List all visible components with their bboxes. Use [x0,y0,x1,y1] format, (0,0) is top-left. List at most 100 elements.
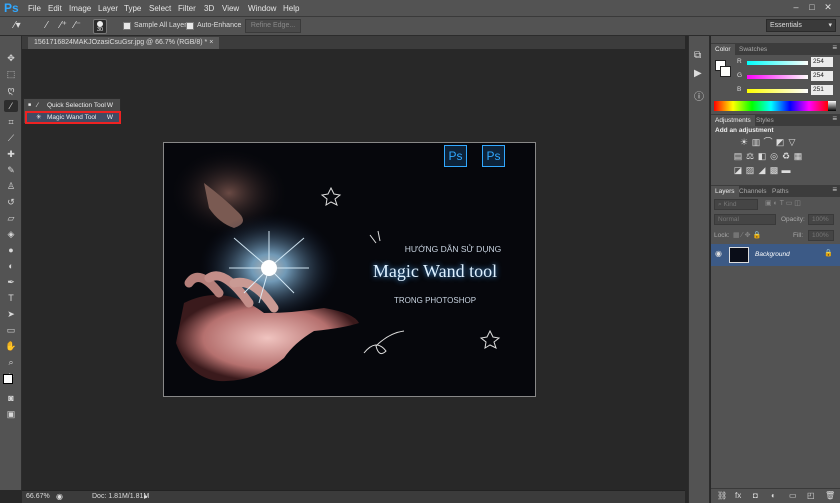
flyout-quick-selection[interactable]: ■ ⁄ Quick Selection Tool W [25,100,119,111]
blend-mode-select[interactable]: Normal [714,214,776,225]
new-group-icon[interactable]: ▭ [789,491,797,500]
type-tool-icon[interactable]: T [4,292,18,304]
eyedropper-tool-icon[interactable]: ⟋ [4,132,18,144]
color-balance-icon[interactable]: ⚖ [745,151,755,161]
green-value[interactable]: 254 [811,71,833,81]
gradient-map-icon[interactable]: ▬ [781,165,791,175]
tab-swatches[interactable]: Swatches [735,44,771,55]
screen-mode-icon[interactable]: ▣ [4,408,18,420]
curves-icon[interactable]: ⌒ [763,137,773,147]
document-tab[interactable]: 1561716824MAKJOzasiCsuGsr.jpg @ 66.7% (R… [28,37,220,49]
exposure-icon[interactable]: ◩ [775,137,785,147]
rectangle-tool-icon[interactable]: ▭ [4,324,18,336]
crop-tool-icon[interactable]: ⌗ [4,116,18,128]
zoom-level[interactable]: 66.67% [26,493,50,500]
menu-help[interactable]: Help [283,4,299,13]
panel-menu-icon[interactable]: ≡ [832,114,837,123]
workspace-select[interactable]: Essentials ▾ [766,19,836,32]
visibility-eye-icon[interactable]: ◉ [715,249,722,258]
levels-icon[interactable]: ▥ [751,137,761,147]
lock-icons[interactable]: ▦ ⁄ ✥ 🔒 [733,231,761,239]
foreground-color-swatch[interactable] [3,374,13,384]
menu-file[interactable]: File [28,4,41,13]
new-layer-icon[interactable]: ◰ [807,491,815,500]
auto-enhance-checkbox[interactable] [186,22,194,30]
red-slider[interactable]: R 254 [715,57,837,68]
menu-window[interactable]: Window [248,4,276,13]
actions-panel-icon[interactable]: ▶ [694,68,702,79]
panel-menu-icon[interactable]: ≡ [832,185,837,194]
new-selection-icon[interactable]: ⁄ [46,20,48,31]
color-spectrum[interactable] [714,101,828,111]
pen-tool-icon[interactable]: ✒ [4,276,18,288]
tab-close-icon[interactable]: × [209,39,213,46]
marquee-tool-icon[interactable]: ⬚ [4,68,18,80]
properties-panel-icon[interactable]: ⓘ [694,88,704,103]
menu-3d[interactable]: 3D [204,4,214,13]
menu-image[interactable]: Image [69,4,91,13]
blue-slider[interactable]: B 251 [715,85,837,96]
red-value[interactable]: 254 [811,57,833,67]
add-selection-icon[interactable]: ⁄⁺ [60,20,67,31]
link-layers-icon[interactable]: ⛓ [717,491,727,500]
invert-icon[interactable]: ◪ [733,165,743,175]
hue-saturation-icon[interactable]: ▤ [733,151,743,161]
black-white-icon[interactable]: ◧ [757,151,767,161]
opacity-field[interactable]: 100% [808,214,834,225]
vibrance-icon[interactable]: ▽ [787,137,797,147]
history-panel-icon[interactable]: ⧉ [694,50,701,61]
layer-filter-kind[interactable]: ⌕ Kind [714,199,758,210]
add-mask-icon[interactable]: ◘ [753,491,758,500]
threshold-icon[interactable]: ◢ [757,165,767,175]
move-tool-icon[interactable]: ✥ [4,52,18,64]
menu-layer[interactable]: Layer [98,4,118,13]
green-slider-track[interactable] [747,75,808,79]
tab-channels[interactable]: Channels [735,186,770,197]
posterize-icon[interactable]: ▨ [745,165,755,175]
layer-filter-icons[interactable]: ▣ ◐ T ▭ ◫ [765,199,801,207]
channel-mixer-icon[interactable]: ♻ [781,151,791,161]
history-brush-icon[interactable]: ↺ [4,196,18,208]
status-info-icon[interactable]: ◉ [56,492,63,501]
healing-brush-icon[interactable]: ✚ [4,148,18,160]
green-slider[interactable]: G 254 [715,71,837,82]
subtract-selection-icon[interactable]: ⁄⁻ [74,20,81,31]
status-menu-arrow-icon[interactable]: ▸ [144,492,148,501]
tab-color[interactable]: Color [711,44,735,55]
delete-layer-icon[interactable]: 🗑 [825,491,835,500]
clone-stamp-icon[interactable]: ♙ [4,180,18,192]
red-slider-track[interactable] [747,61,808,65]
eraser-tool-icon[interactable]: ▱ [4,212,18,224]
black-white-ramp[interactable] [828,101,836,111]
minimize-button[interactable]: – [790,2,802,13]
brightness-icon[interactable]: ☀ [739,137,749,147]
menu-edit[interactable]: Edit [48,4,62,13]
menu-filter[interactable]: Filter [178,4,196,13]
tab-adjustments[interactable]: Adjustments [711,115,755,126]
quick-selection-tool-icon[interactable]: ⁄ [4,100,18,112]
color-lookup-icon[interactable]: ▦ [793,151,803,161]
blue-slider-track[interactable] [747,89,808,93]
layer-style-icon[interactable]: fx [735,491,741,500]
fill-field[interactable]: 100% [808,230,834,241]
layer-name[interactable]: Background [755,251,790,258]
blue-value[interactable]: 251 [811,85,833,95]
tab-styles[interactable]: Styles [752,115,778,126]
dodge-tool-icon[interactable]: ◐ [4,260,18,272]
tool-preset-icon[interactable]: ⁄▾ [14,20,21,31]
document-image[interactable]: Ps Ps HƯỚNG DẪN SỬ DỤNG Magic Wand tool … [163,142,536,397]
paint-bucket-icon[interactable]: ◈ [4,228,18,240]
flyout-magic-wand[interactable]: ✳ Magic Wand Tool W [25,112,119,123]
brush-tool-icon[interactable]: ✎ [4,164,18,176]
menu-type[interactable]: Type [124,4,141,13]
panel-menu-icon[interactable]: ≡ [832,43,837,52]
sample-all-layers-checkbox[interactable] [123,22,131,30]
adjustment-layer-icon[interactable]: ◐ [771,491,776,500]
menu-view[interactable]: View [222,4,239,13]
path-selection-icon[interactable]: ➤ [4,308,18,320]
photo-filter-icon[interactable]: ◎ [769,151,779,161]
blur-tool-icon[interactable]: ● [4,244,18,256]
hand-tool-icon[interactable]: ✋ [4,340,18,352]
menu-select[interactable]: Select [149,4,171,13]
selective-color-icon[interactable]: ▩ [769,165,779,175]
